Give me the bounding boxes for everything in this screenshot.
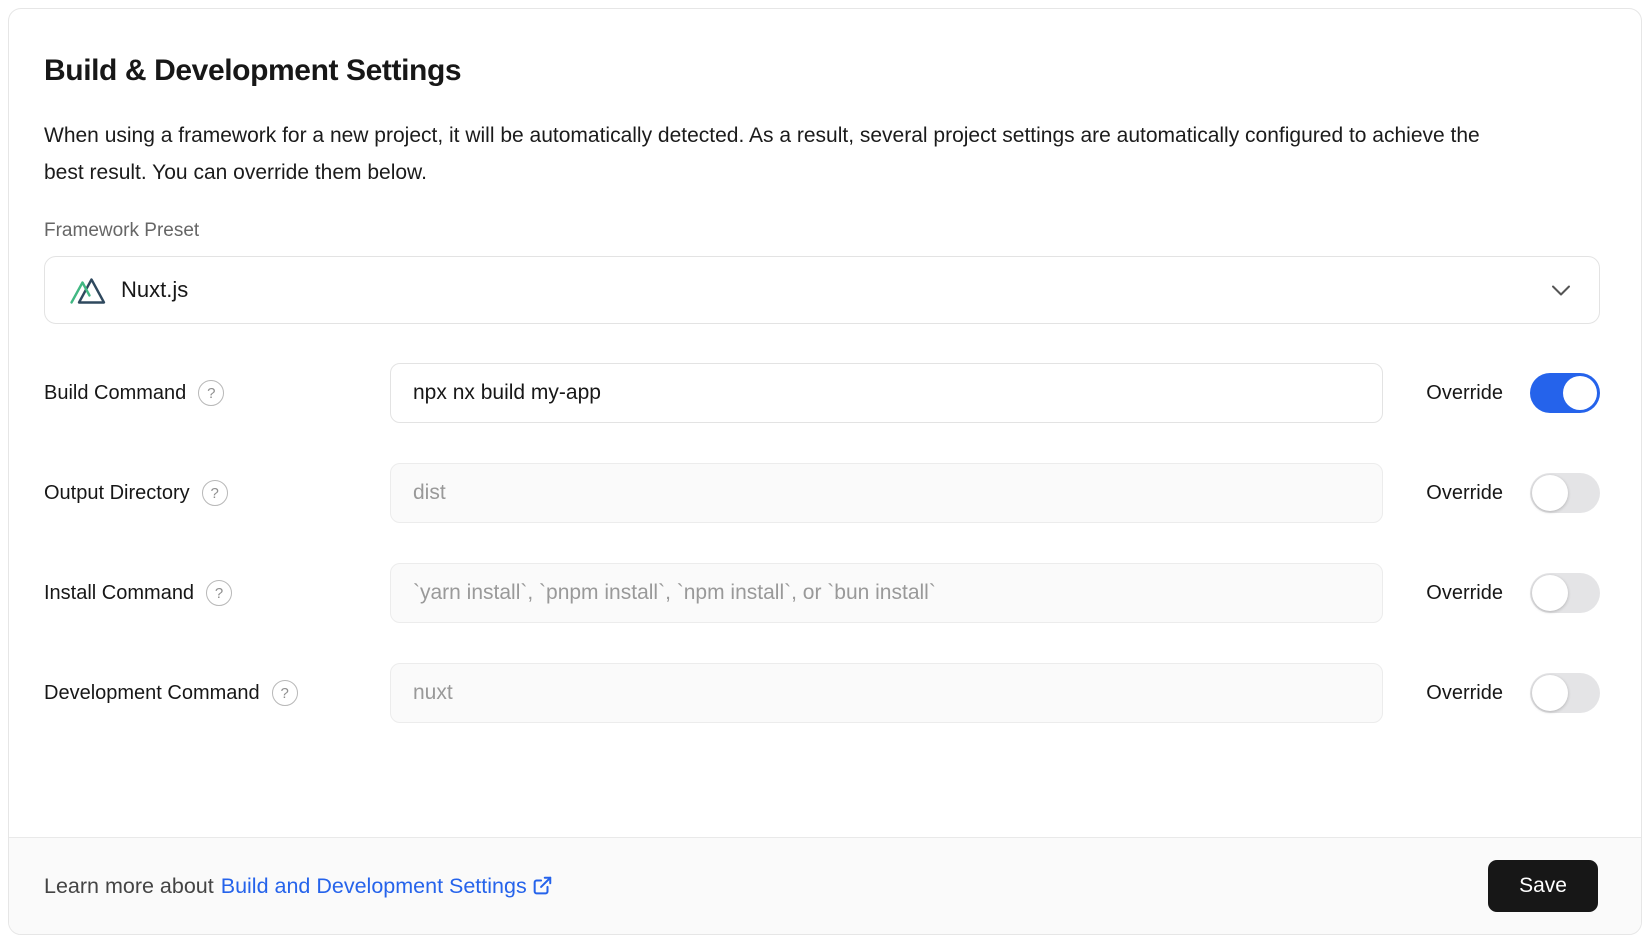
install-command-label: Install Command xyxy=(44,582,194,605)
external-link-icon xyxy=(531,875,553,897)
output-directory-label: Output Directory xyxy=(44,482,190,505)
learn-more-prefix: Learn more about xyxy=(44,874,214,899)
card-footer: Learn more about Build and Development S… xyxy=(9,837,1641,934)
build-command-input[interactable] xyxy=(390,363,1383,423)
install-override-group: Override xyxy=(1426,573,1600,613)
install-command-row: Install Command ? Override xyxy=(44,563,1600,623)
build-command-label-group: Build Command ? xyxy=(44,380,390,406)
override-label: Override xyxy=(1426,482,1503,505)
development-override-toggle[interactable] xyxy=(1530,673,1600,713)
override-label: Override xyxy=(1426,682,1503,705)
save-button[interactable]: Save xyxy=(1488,860,1598,912)
build-settings-docs-link[interactable]: Build and Development Settings xyxy=(221,874,553,899)
help-icon[interactable]: ? xyxy=(198,380,224,406)
install-command-input[interactable] xyxy=(390,563,1383,623)
toggle-knob xyxy=(1532,475,1568,511)
toggle-knob xyxy=(1532,575,1568,611)
framework-selected-value: Nuxt.js xyxy=(121,277,188,303)
settings-rows: Build Command ? Override Output Director… xyxy=(44,363,1600,723)
chevron-down-icon xyxy=(1549,278,1573,302)
development-command-row: Development Command ? Override xyxy=(44,663,1600,723)
page-title: Build & Development Settings xyxy=(44,54,1600,88)
development-command-input[interactable] xyxy=(390,663,1383,723)
nuxt-logo-icon xyxy=(69,275,107,306)
help-icon[interactable]: ? xyxy=(202,480,228,506)
build-command-row: Build Command ? Override xyxy=(44,363,1600,423)
framework-preset-select[interactable]: Nuxt.js xyxy=(44,256,1600,324)
development-command-label-group: Development Command ? xyxy=(44,680,390,706)
help-icon[interactable]: ? xyxy=(206,580,232,606)
build-settings-card: Build & Development Settings When using … xyxy=(8,8,1642,935)
framework-preset-label: Framework Preset xyxy=(44,220,1600,242)
install-override-toggle[interactable] xyxy=(1530,573,1600,613)
toggle-knob xyxy=(1532,675,1568,711)
output-directory-row: Output Directory ? Override xyxy=(44,463,1600,523)
build-command-label: Build Command xyxy=(44,382,186,405)
learn-more-text: Learn more about Build and Development S… xyxy=(44,874,553,899)
output-directory-label-group: Output Directory ? xyxy=(44,480,390,506)
build-override-group: Override xyxy=(1426,373,1600,413)
output-override-toggle[interactable] xyxy=(1530,473,1600,513)
install-command-label-group: Install Command ? xyxy=(44,580,390,606)
learn-more-link-text: Build and Development Settings xyxy=(221,874,527,899)
override-label: Override xyxy=(1426,382,1503,405)
settings-description: When using a framework for a new project… xyxy=(44,117,1494,191)
output-override-group: Override xyxy=(1426,473,1600,513)
override-label: Override xyxy=(1426,582,1503,605)
build-override-toggle[interactable] xyxy=(1530,373,1600,413)
toggle-knob xyxy=(1563,376,1597,410)
output-directory-input[interactable] xyxy=(390,463,1383,523)
card-body: Build & Development Settings When using … xyxy=(9,9,1641,837)
development-override-group: Override xyxy=(1426,673,1600,713)
help-icon[interactable]: ? xyxy=(272,680,298,706)
development-command-label: Development Command xyxy=(44,682,260,705)
